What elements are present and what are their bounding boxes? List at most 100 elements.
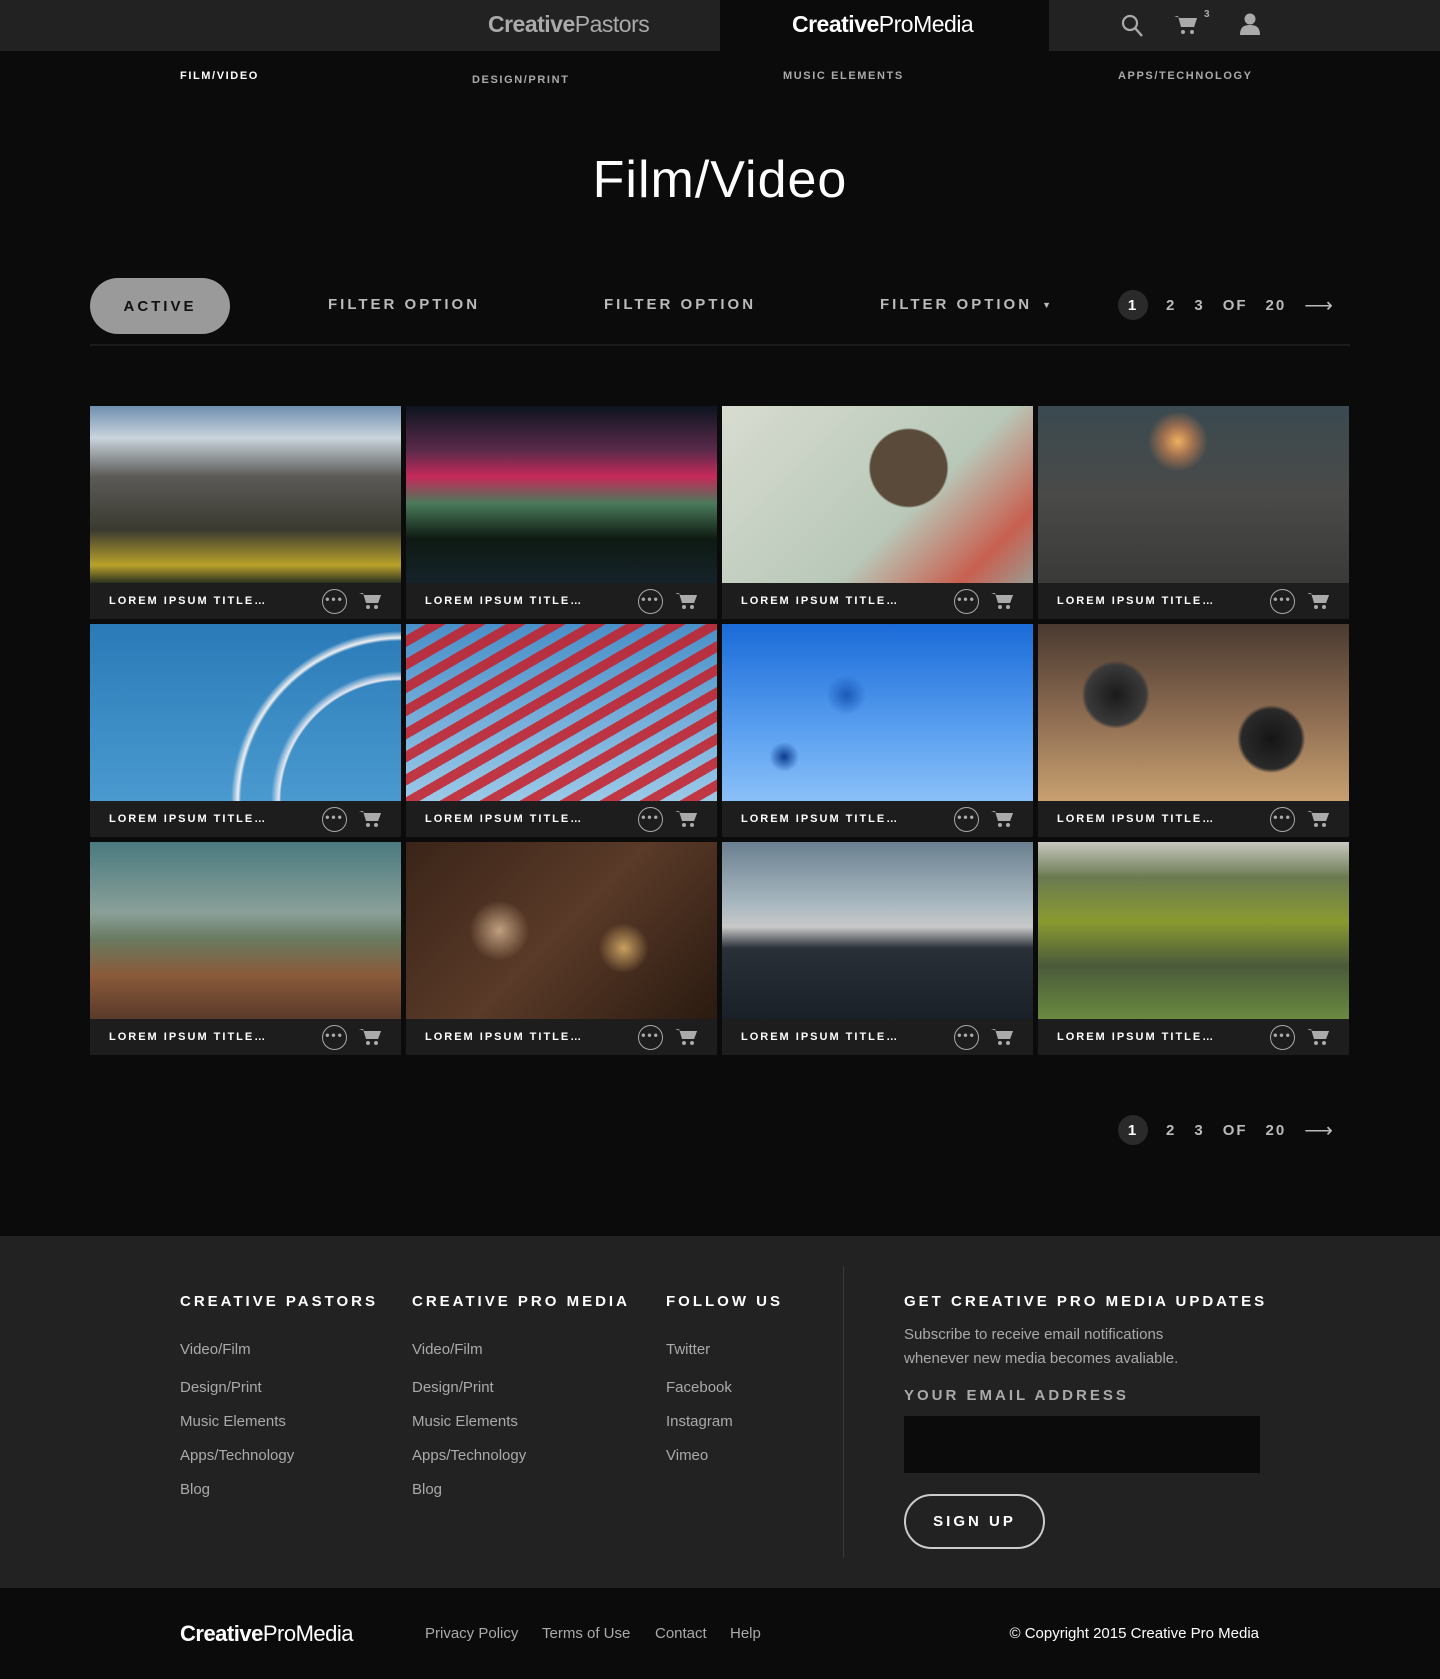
nav-apps-technology[interactable]: APPS/TECHNOLOGY xyxy=(1118,70,1253,82)
footer-link[interactable]: Facebook xyxy=(666,1379,732,1396)
media-thumbnail[interactable] xyxy=(1038,842,1349,1019)
more-options-icon[interactable]: ••• xyxy=(638,589,663,614)
footer-link[interactable]: Apps/Technology xyxy=(412,1447,526,1464)
privacy-policy-link[interactable]: Privacy Policy xyxy=(425,1625,518,1642)
page-link[interactable]: 2 xyxy=(1166,1122,1176,1139)
media-tile[interactable]: LOREM IPSUM TITLE… ••• xyxy=(1038,406,1349,619)
media-tile[interactable]: LOREM IPSUM TITLE… ••• xyxy=(722,406,1033,619)
contact-link[interactable]: Contact xyxy=(655,1625,707,1642)
media-tile[interactable]: LOREM IPSUM TITLE… ••• xyxy=(90,842,401,1055)
nav-design-print[interactable]: DESIGN/PRINT xyxy=(472,74,569,86)
filter-option-dropdown[interactable]: FILTER OPTION ▼ xyxy=(880,296,1051,313)
more-options-icon[interactable]: ••• xyxy=(1270,589,1295,614)
creative-pro-media-logo[interactable]: CreativeProMedia xyxy=(792,11,974,38)
help-link[interactable]: Help xyxy=(730,1625,761,1642)
page-link[interactable]: 3 xyxy=(1194,1122,1204,1139)
page-current[interactable]: 1 xyxy=(1118,290,1148,320)
media-thumbnail[interactable] xyxy=(722,842,1033,1019)
arrow-right-icon[interactable]: ⟶ xyxy=(1304,293,1335,318)
more-options-icon[interactable]: ••• xyxy=(1270,1025,1295,1050)
filter-active[interactable]: ACTIVE xyxy=(90,278,230,334)
media-tile[interactable]: LOREM IPSUM TITLE… ••• xyxy=(90,406,401,619)
media-tile[interactable]: LOREM IPSUM TITLE… ••• xyxy=(1038,842,1349,1055)
media-thumbnail[interactable] xyxy=(1038,406,1349,583)
footer-link[interactable]: Video/Film xyxy=(180,1341,251,1358)
add-to-cart-icon[interactable] xyxy=(1307,591,1329,614)
add-to-cart-icon[interactable] xyxy=(675,1027,697,1050)
add-to-cart-icon[interactable] xyxy=(675,809,697,832)
more-options-icon[interactable]: ••• xyxy=(322,1025,347,1050)
more-options-icon[interactable]: ••• xyxy=(638,807,663,832)
media-tile[interactable]: LOREM IPSUM TITLE… ••• xyxy=(722,842,1033,1055)
page-link[interactable]: 3 xyxy=(1194,297,1204,314)
filter-option-1[interactable]: FILTER OPTION xyxy=(328,296,480,313)
more-options-icon[interactable]: ••• xyxy=(322,589,347,614)
add-to-cart-icon[interactable] xyxy=(1307,809,1329,832)
add-to-cart-icon[interactable] xyxy=(359,809,381,832)
more-options-icon[interactable]: ••• xyxy=(322,807,347,832)
page-total[interactable]: 20 xyxy=(1266,1122,1287,1139)
tile-caption: LOREM IPSUM TITLE… ••• xyxy=(90,801,401,837)
page-current[interactable]: 1 xyxy=(1118,1115,1148,1145)
terms-link[interactable]: Terms of Use xyxy=(542,1625,630,1642)
media-tile[interactable]: LOREM IPSUM TITLE… ••• xyxy=(406,624,717,837)
page-total[interactable]: 20 xyxy=(1266,297,1287,314)
tile-caption: LOREM IPSUM TITLE… ••• xyxy=(406,801,717,837)
footer-link[interactable]: Instagram xyxy=(666,1413,733,1430)
creative-pastors-logo[interactable]: CreativePastors xyxy=(488,11,650,38)
more-options-icon[interactable]: ••• xyxy=(954,589,979,614)
page-title: Film/Video xyxy=(592,151,848,209)
footer-link[interactable]: Video/Film xyxy=(412,1341,483,1358)
media-tile[interactable]: LOREM IPSUM TITLE… ••• xyxy=(406,842,717,1055)
media-thumbnail[interactable] xyxy=(722,406,1033,583)
footer-link[interactable]: Twitter xyxy=(666,1341,710,1358)
add-to-cart-icon[interactable] xyxy=(359,1027,381,1050)
media-thumbnail[interactable] xyxy=(90,624,401,801)
media-tile[interactable]: LOREM IPSUM TITLE… ••• xyxy=(1038,624,1349,837)
media-thumbnail[interactable] xyxy=(406,842,717,1019)
footer-link[interactable]: Music Elements xyxy=(412,1413,518,1430)
more-options-icon[interactable]: ••• xyxy=(1270,807,1295,832)
more-options-icon[interactable]: ••• xyxy=(954,807,979,832)
footer-link[interactable]: Music Elements xyxy=(180,1413,286,1430)
more-options-icon[interactable]: ••• xyxy=(954,1025,979,1050)
media-tile[interactable]: LOREM IPSUM TITLE… ••• xyxy=(90,624,401,837)
add-to-cart-icon[interactable] xyxy=(359,591,381,614)
cart-icon[interactable] xyxy=(1174,14,1198,41)
media-thumbnail[interactable] xyxy=(722,624,1033,801)
media-tile[interactable]: LOREM IPSUM TITLE… ••• xyxy=(722,624,1033,837)
footer-link[interactable]: Apps/Technology xyxy=(180,1447,294,1464)
add-to-cart-icon[interactable] xyxy=(991,591,1013,614)
arrow-right-icon[interactable]: ⟶ xyxy=(1304,1118,1335,1143)
user-icon[interactable] xyxy=(1239,13,1261,40)
email-input[interactable] xyxy=(904,1416,1260,1473)
add-to-cart-icon[interactable] xyxy=(991,809,1013,832)
bottom-logo[interactable]: CreativeProMedia xyxy=(180,1621,354,1647)
nav-film-video[interactable]: FILM/VIDEO xyxy=(180,70,259,82)
footer-link[interactable]: Blog xyxy=(180,1481,210,1498)
footer-link[interactable]: Blog xyxy=(412,1481,442,1498)
media-thumbnail[interactable] xyxy=(406,406,717,583)
media-thumbnail[interactable] xyxy=(406,624,717,801)
tile-title: LOREM IPSUM TITLE… xyxy=(425,595,584,607)
more-options-icon[interactable]: ••• xyxy=(638,1025,663,1050)
tile-caption: LOREM IPSUM TITLE… ••• xyxy=(90,583,401,619)
add-to-cart-icon[interactable] xyxy=(675,591,697,614)
page-link[interactable]: 2 xyxy=(1166,297,1176,314)
add-to-cart-icon[interactable] xyxy=(1307,1027,1329,1050)
footer-link[interactable]: Design/Print xyxy=(180,1379,262,1396)
sign-up-button[interactable]: SIGN UP xyxy=(904,1494,1045,1549)
nav-music-elements[interactable]: MUSIC ELEMENTS xyxy=(783,70,904,82)
add-to-cart-icon[interactable] xyxy=(991,1027,1013,1050)
search-icon[interactable] xyxy=(1121,14,1143,43)
media-thumbnail[interactable] xyxy=(1038,624,1349,801)
footer-link[interactable]: Vimeo xyxy=(666,1447,708,1464)
tile-title: LOREM IPSUM TITLE… xyxy=(425,1031,584,1043)
filter-option-2[interactable]: FILTER OPTION xyxy=(604,296,756,313)
footer: CREATIVE PASTORS Video/Film Design/Print Mu… xyxy=(0,1236,1440,1588)
media-tile[interactable]: LOREM IPSUM TITLE… ••• xyxy=(406,406,717,619)
footer-link[interactable]: Design/Print xyxy=(412,1379,494,1396)
media-thumbnail[interactable] xyxy=(90,842,401,1019)
media-thumbnail[interactable] xyxy=(90,406,401,583)
copyright: © Copyright 2015 Creative Pro Media xyxy=(1009,1625,1259,1642)
